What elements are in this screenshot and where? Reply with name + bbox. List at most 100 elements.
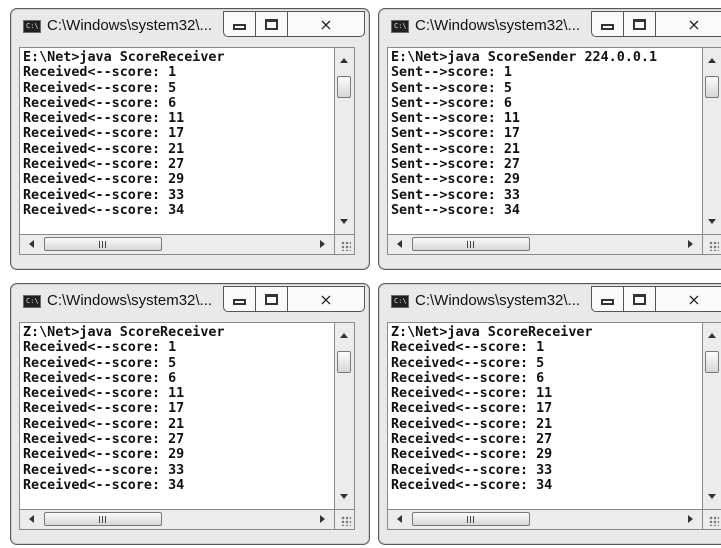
scroll-up-arrow-icon[interactable] (708, 58, 716, 63)
console-line: Received<--score: 1 (23, 65, 177, 81)
console-icon[interactable]: C:\ (391, 20, 409, 33)
console-line: Z:\Net>java ScoreReceiver (23, 325, 225, 340)
console-line: Received<--score: 6 (391, 370, 545, 386)
vertical-scroll-thumb[interactable] (337, 351, 351, 373)
console-icon[interactable]: C:\ (391, 295, 409, 308)
close-icon: ⨯ (319, 289, 333, 309)
window-title: C:\Windows\system32\... (47, 17, 213, 34)
console-line: Received<--score: 17 (391, 401, 553, 417)
scroll-left-arrow-icon[interactable] (29, 240, 34, 248)
console-line: Received<--score: 21 (23, 416, 185, 432)
console-line: Received<--score: 17 (23, 401, 185, 417)
horizontal-scroll-thumb[interactable] (412, 512, 530, 526)
vertical-scrollbar[interactable] (335, 322, 355, 510)
console-icon[interactable]: C:\ (23, 20, 41, 33)
minimize-button[interactable] (223, 11, 256, 37)
maximize-icon (265, 293, 278, 305)
scroll-down-arrow-icon[interactable] (340, 494, 348, 499)
console-window-1[interactable]: C:\ C:\Windows\system32\... ⨯ E:\Net>jav… (10, 8, 370, 270)
console-line: Sent-->score: 33 (391, 187, 520, 203)
close-icon: ⨯ (319, 14, 333, 34)
scroll-left-arrow-icon[interactable] (397, 240, 402, 248)
console-line: Sent-->score: 5 (391, 80, 512, 96)
horizontal-scrollbar[interactable] (19, 235, 335, 255)
scroll-up-arrow-icon[interactable] (340, 58, 348, 63)
vertical-scrollbar[interactable] (335, 47, 355, 235)
maximize-button[interactable] (255, 286, 288, 312)
console-line: Sent-->score: 6 (391, 95, 512, 111)
scroll-left-arrow-icon[interactable] (397, 515, 402, 523)
scroll-up-arrow-icon[interactable] (708, 333, 716, 338)
maximize-button[interactable] (255, 11, 288, 37)
scroll-right-arrow-icon[interactable] (320, 240, 325, 248)
title-bar[interactable]: C:\ C:\Windows\system32\... ⨯ (379, 9, 721, 45)
console-window-2[interactable]: C:\ C:\Windows\system32\... ⨯ E:\Net>jav… (378, 8, 721, 270)
close-button[interactable]: ⨯ (287, 11, 365, 37)
horizontal-scrollbar[interactable] (387, 510, 703, 530)
scroll-down-arrow-icon[interactable] (708, 494, 716, 499)
vertical-scroll-thumb[interactable] (337, 76, 351, 98)
console-line: Received<--score: 5 (23, 355, 177, 371)
console-line: Received<--score: 29 (391, 447, 553, 463)
vertical-scrollbar[interactable] (703, 322, 721, 510)
console-line: Sent-->score: 27 (391, 157, 520, 173)
maximize-button[interactable] (623, 11, 656, 37)
console-line: Sent-->score: 1 (391, 65, 512, 81)
vertical-scroll-thumb[interactable] (705, 76, 719, 98)
horizontal-scroll-thumb[interactable] (412, 237, 530, 251)
console-output[interactable]: E:\Net>java ScoreSender 224.0.0.1 Sent-->… (387, 47, 703, 235)
close-button[interactable]: ⨯ (655, 11, 721, 37)
close-button[interactable]: ⨯ (287, 286, 365, 312)
console-window-4[interactable]: C:\ C:\Windows\system32\... ⨯ Z:\Net>jav… (378, 283, 721, 545)
maximize-icon (633, 18, 646, 30)
console-line: Received<--score: 34 (23, 477, 185, 493)
close-icon: ⨯ (687, 289, 701, 309)
resize-grip[interactable] (335, 235, 355, 255)
resize-grip[interactable] (703, 235, 721, 255)
console-window-3[interactable]: C:\ C:\Windows\system32\... ⨯ Z:\Net>jav… (10, 283, 370, 545)
vertical-scrollbar[interactable] (703, 47, 721, 235)
scroll-right-arrow-icon[interactable] (320, 515, 325, 523)
resize-grip[interactable] (703, 510, 721, 530)
horizontal-scrollbar[interactable] (387, 235, 703, 255)
scroll-left-arrow-icon[interactable] (29, 515, 34, 523)
maximize-button[interactable] (623, 286, 656, 312)
console-output[interactable]: E:\Net>java ScoreReceiver Received<--scor… (19, 47, 335, 235)
minimize-button[interactable] (223, 286, 256, 312)
close-button[interactable]: ⨯ (655, 286, 721, 312)
console-line: Received<--score: 29 (23, 447, 185, 463)
horizontal-scrollbar[interactable] (19, 510, 335, 530)
thumb-grip-icon (98, 515, 108, 523)
horizontal-scroll-thumb[interactable] (44, 512, 162, 526)
thumb-grip-icon (466, 240, 476, 248)
window-title: C:\Windows\system32\... (415, 17, 581, 34)
console-line: Received<--score: 33 (391, 462, 553, 478)
maximize-icon (633, 293, 646, 305)
console-line: Received<--score: 11 (23, 111, 185, 127)
scroll-up-arrow-icon[interactable] (340, 333, 348, 338)
minimize-button[interactable] (591, 11, 624, 37)
title-bar[interactable]: C:\ C:\Windows\system32\... ⨯ (11, 9, 369, 45)
scroll-right-arrow-icon[interactable] (688, 515, 693, 523)
console-output[interactable]: Z:\Net>java ScoreReceiver Received<--scor… (387, 322, 703, 510)
title-bar[interactable]: C:\ C:\Windows\system32\... ⨯ (379, 284, 721, 320)
console-icon[interactable]: C:\ (23, 295, 41, 308)
minimize-button[interactable] (591, 286, 624, 312)
console-line: Received<--score: 29 (23, 172, 185, 188)
console-line: Received<--score: 27 (23, 432, 185, 448)
resize-grip[interactable] (335, 510, 355, 530)
scroll-down-arrow-icon[interactable] (708, 219, 716, 224)
minimize-icon (233, 299, 246, 305)
console-line: Received<--score: 21 (23, 141, 185, 157)
scroll-down-arrow-icon[interactable] (340, 219, 348, 224)
console-line: E:\Net>java ScoreReceiver (23, 50, 225, 65)
horizontal-scroll-thumb[interactable] (44, 237, 162, 251)
console-line: Received<--score: 5 (23, 80, 177, 96)
console-output[interactable]: Z:\Net>java ScoreReceiver Received<--scor… (19, 322, 335, 510)
vertical-scroll-thumb[interactable] (705, 351, 719, 373)
scroll-right-arrow-icon[interactable] (688, 240, 693, 248)
console-line: Received<--score: 27 (391, 432, 553, 448)
console-line: Received<--score: 33 (23, 462, 185, 478)
title-bar[interactable]: C:\ C:\Windows\system32\... ⨯ (11, 284, 369, 320)
thumb-grip-icon (98, 240, 108, 248)
